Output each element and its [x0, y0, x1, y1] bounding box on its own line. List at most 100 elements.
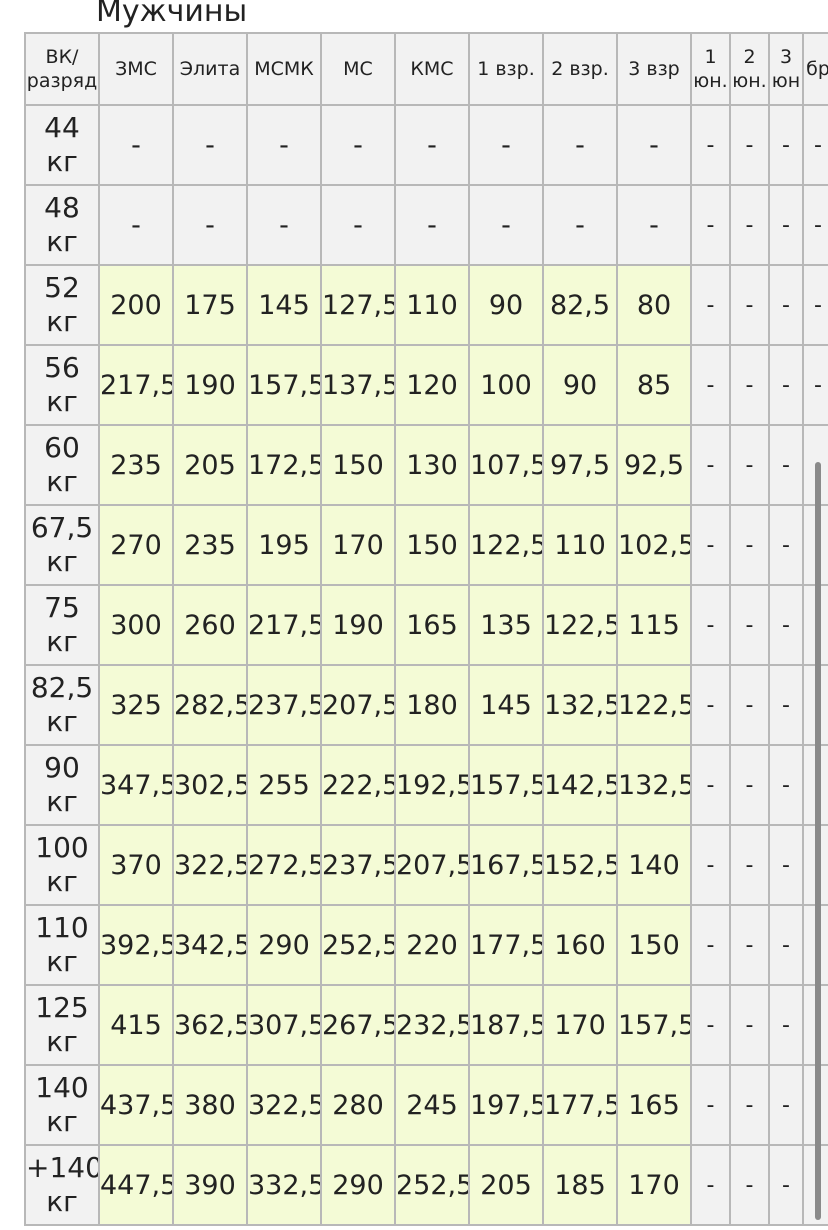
table-cell: 282,5	[172, 664, 248, 746]
table-cell: -	[768, 504, 804, 586]
weight-class-label: 60 кг	[24, 424, 100, 506]
table-cell: 110	[394, 264, 470, 346]
table-cell: 300	[98, 584, 174, 666]
table-cell: 137,5	[320, 344, 396, 426]
table-cell: 130	[394, 424, 470, 506]
table-cell: 97,5	[542, 424, 618, 506]
table-cell: 80	[616, 264, 692, 346]
weight-class-label: 90 кг	[24, 744, 100, 826]
table-cell: 175	[172, 264, 248, 346]
table-cell: -	[468, 104, 544, 186]
table-cell: 447,5	[98, 1144, 174, 1226]
table-cell: -	[690, 744, 731, 826]
table-cell: -	[768, 104, 804, 186]
table-cell: -	[768, 1064, 804, 1146]
table-cell: -	[729, 1144, 770, 1226]
table-cell: 205	[468, 1144, 544, 1226]
table-cell: 197,5	[468, 1064, 544, 1146]
table-cell: 205	[172, 424, 248, 506]
table-cell: 170	[616, 1144, 692, 1226]
table-cell: 342,5	[172, 904, 248, 986]
table-cell: 92,5	[616, 424, 692, 506]
table-cell: 290	[320, 1144, 396, 1226]
table-cell: -	[616, 104, 692, 186]
table-cell: 122,5	[616, 664, 692, 746]
table-cell: -	[729, 504, 770, 586]
table-cell: 90	[468, 264, 544, 346]
weight-class-label: 48 кг	[24, 184, 100, 266]
table-cell: 140	[616, 824, 692, 906]
table-cell: 157,5	[246, 344, 322, 426]
table-cell: 122,5	[468, 504, 544, 586]
weight-class-label: 82,5 кг	[24, 664, 100, 746]
table-cell: -	[690, 984, 731, 1066]
table-cell: 135	[468, 584, 544, 666]
table-cell: -	[729, 104, 770, 186]
table-cell: -	[98, 104, 174, 186]
table-cell: 325	[98, 664, 174, 746]
table-row: 56 кг 217,5 190 157,5 137,5 120 100 90 85- - - -	[24, 344, 828, 426]
page-title: Мужчины	[96, 0, 248, 29]
table-cell: -	[802, 104, 828, 186]
table-cell: -	[172, 184, 248, 266]
table-cell: 415	[98, 984, 174, 1066]
column-header-category: ВК/ разряд	[24, 32, 100, 106]
table-row: 75 кг300260217,5190165135122,5115----	[24, 584, 828, 666]
table-cell: -	[394, 104, 470, 186]
column-header: МС	[320, 32, 396, 106]
table-cell: 102,5	[616, 504, 692, 586]
table-cell: 90	[542, 344, 618, 426]
table-cell: 172,5	[246, 424, 322, 506]
table-cell: 122,5	[542, 584, 618, 666]
table-cell: -	[172, 104, 248, 186]
table-cell: -	[468, 184, 544, 266]
table-cell: 110	[542, 504, 618, 586]
table-cell: -	[768, 664, 804, 746]
table-header-row: ВК/ разряд ЗМС Элита МСМК МС КМС 1 взр. 2 взр. 3…	[24, 32, 828, 106]
table-cell: -	[320, 104, 396, 186]
table-cell: -	[729, 664, 770, 746]
table-cell: 207,5	[394, 824, 470, 906]
table-cell: 222,5	[320, 744, 396, 826]
table-cell: -	[690, 504, 731, 586]
table-cell: 322,5	[246, 1064, 322, 1146]
table-cell: 177,5	[542, 1064, 618, 1146]
column-header: ЗМС	[98, 32, 174, 106]
column-header: МСМК	[246, 32, 322, 106]
table-cell: 145	[246, 264, 322, 346]
weight-class-label: 52 кг	[24, 264, 100, 346]
weight-class-label: 75 кг	[24, 584, 100, 666]
table-cell: -	[542, 184, 618, 266]
table-row: 110 кг 392,5 342,5 290 252,5 220 177,5 160 150- -…	[24, 904, 828, 986]
table-cell: 195	[246, 504, 322, 586]
table-cell: -	[729, 424, 770, 506]
vertical-scrollbar[interactable]	[815, 462, 821, 1220]
table-cell: -	[729, 904, 770, 986]
table-row: 140 кг 437,5 380 322,5 280 245 197,5 177,5 165- -…	[24, 1064, 828, 1146]
table-cell: 107,5	[468, 424, 544, 506]
table-cell: -	[768, 184, 804, 266]
table-cell: 232,5	[394, 984, 470, 1066]
table-cell: 290	[246, 904, 322, 986]
table-row: 48 кг - - - - - - - - - - - -	[24, 184, 828, 266]
table-cell: 85	[616, 344, 692, 426]
table-cell: -	[394, 184, 470, 266]
table-cell: 185	[542, 1144, 618, 1226]
table-body: 44 кг - - - - - - - - - - - -48 кг - - - - - - - - - - - -52 кг 2…	[24, 104, 828, 1226]
table-cell: -	[690, 104, 731, 186]
table-cell: 190	[172, 344, 248, 426]
table-cell: -	[690, 904, 731, 986]
weight-class-label: 100 кг	[24, 824, 100, 906]
table-cell: -	[768, 264, 804, 346]
table-cell: -	[690, 584, 731, 666]
table-row: 44 кг - - - - - - - - - - - -	[24, 104, 828, 186]
standards-table-container[interactable]: ВК/ разряд ЗМС Элита МСМК МС КМС 1 взр. 2 взр. 3…	[24, 32, 828, 1230]
table-cell: 150	[320, 424, 396, 506]
weight-class-label: 67,5 кг	[24, 504, 100, 586]
table-cell: 437,5	[98, 1064, 174, 1146]
table-cell: 252,5	[394, 1144, 470, 1226]
table-cell: 100	[468, 344, 544, 426]
table-cell: -	[690, 824, 731, 906]
table-cell: -	[768, 424, 804, 506]
table-cell: 390	[172, 1144, 248, 1226]
